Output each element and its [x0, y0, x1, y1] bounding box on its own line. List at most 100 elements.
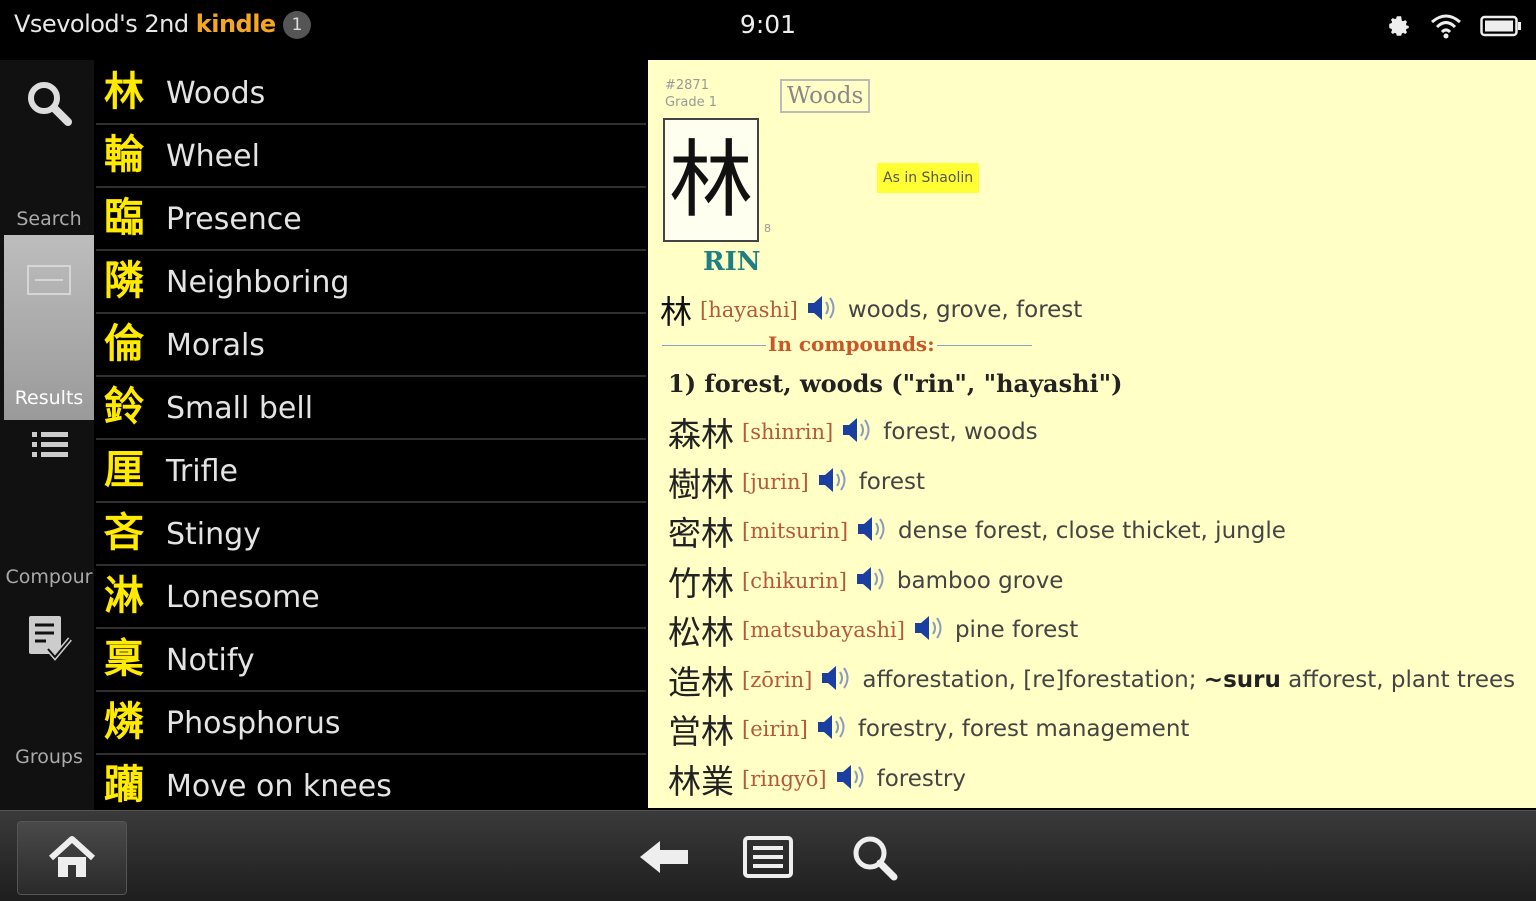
tab-groups-label: Groups	[15, 746, 83, 768]
list-item-meaning: Move on knees	[166, 769, 392, 804]
list-item-meaning: Presence	[166, 202, 302, 237]
compound-kanji: 森林	[668, 415, 734, 454]
compounds-list-icon	[32, 432, 68, 457]
compound-gloss: forestry, forest management	[857, 716, 1190, 742]
settings-gear-icon[interactable]	[1386, 13, 1412, 39]
compound-gloss: forestry	[876, 765, 966, 792]
results-list: 林 Woods 輪 Wheel 臨 Presence 隣 Neighboring 倫 Morals…	[96, 62, 646, 818]
search-nav-icon[interactable]	[850, 833, 900, 883]
list-item[interactable]: 輪 Wheel	[96, 125, 646, 188]
list-item-kanji: 稟	[104, 636, 144, 682]
compound-reading: [shinrin]	[742, 420, 834, 444]
search-icon	[28, 82, 72, 126]
sense-heading: 1) forest, woods ("rin", "hayashi")	[668, 369, 1123, 398]
compound-reading: [chikurin]	[742, 568, 847, 593]
heading-rule-left	[662, 345, 766, 346]
stroke-count: 8	[764, 222, 771, 235]
kanji-detail-pane: #2871 Grade 1 Woods 林 8 RIN As in Shaoli…	[648, 60, 1536, 808]
kun-gloss: woods, grove, forest	[847, 297, 1083, 323]
list-item-kanji: 林	[104, 69, 144, 115]
tab-groups[interactable]: Groups	[4, 603, 94, 783]
kun-reading-row: 林 [hayashi] woods, grove, forest	[660, 290, 1083, 331]
speaker-icon[interactable]	[913, 613, 947, 647]
tab-results-label: Results	[14, 387, 84, 409]
list-item-kanji: 隣	[104, 258, 144, 304]
clock: 9:01	[739, 10, 797, 39]
gloss-suru: ~suru	[1203, 666, 1281, 693]
compound-reading: [ringyō]	[742, 766, 827, 791]
compound-kanji: 営林	[668, 712, 734, 751]
compound-row: 造林 [zōrin] afforestation, [re]forestation;…	[668, 657, 1515, 703]
speaker-icon[interactable]	[835, 762, 869, 796]
list-item[interactable]: 淋 Lonesome	[96, 566, 646, 629]
compound-row: 松林 [matsubayashi] pine forest	[668, 607, 1078, 653]
list-item[interactable]: 躪 Move on knees	[96, 755, 646, 818]
keyword-box: Woods	[780, 79, 871, 113]
list-item-meaning: Lonesome	[166, 580, 320, 615]
list-item-meaning: Trifle	[166, 454, 238, 489]
list-item[interactable]: 林 Woods	[96, 62, 646, 125]
compound-row: 樹林 [jurin] forest	[668, 459, 925, 505]
compound-kanji: 樹林	[668, 464, 734, 504]
heading-rule-right	[924, 345, 1032, 346]
list-item-meaning: Morals	[166, 328, 265, 363]
tab-compounds-label: Compour	[5, 566, 93, 588]
home-button[interactable]	[17, 821, 127, 895]
speaker-icon[interactable]	[820, 663, 854, 697]
home-icon	[48, 836, 96, 877]
wifi-icon	[1431, 14, 1461, 39]
compound-reading: [mitsurin]	[742, 519, 849, 543]
tab-search[interactable]: Search	[4, 60, 94, 235]
list-item[interactable]: 倫 Morals	[96, 314, 646, 377]
battery-icon	[1480, 15, 1521, 37]
speaker-icon[interactable]	[855, 564, 889, 598]
tab-results[interactable]: Results	[4, 235, 94, 420]
speaker-icon[interactable]	[816, 712, 850, 746]
kanji-number: #2871	[665, 78, 709, 93]
compound-gloss: afforestation, [re]forestation; ~suru af…	[862, 667, 1515, 693]
list-item-kanji: 倫	[104, 321, 144, 367]
speaker-icon[interactable]	[806, 293, 840, 327]
list-item[interactable]: 鈴 Small bell	[96, 377, 646, 440]
tab-compounds[interactable]: Compour	[4, 423, 94, 603]
compound-row: 林業 [ringyō] forestry	[668, 756, 966, 802]
compound-row: 営林 [eirin] forestry, forest management	[668, 706, 1189, 752]
gloss-text: afforestation, [re]forestation;	[862, 666, 1204, 693]
list-item-meaning: Wheel	[166, 139, 260, 174]
menu-icon[interactable]	[742, 835, 794, 879]
onyomi-reading: RIN	[703, 247, 761, 277]
list-item[interactable]: 稟 Notify	[96, 629, 646, 692]
list-item-meaning: Small bell	[166, 391, 314, 426]
list-item[interactable]: 隣 Neighboring	[96, 251, 646, 314]
speaker-icon[interactable]	[841, 415, 875, 449]
list-item[interactable]: 厘 Trifle	[96, 440, 646, 503]
mnemonic-note: As in Shaolin	[877, 163, 980, 193]
list-item-kanji: 臨	[104, 195, 144, 241]
compounds-heading-text: In compounds:	[766, 332, 937, 356]
compound-gloss: pine forest	[954, 617, 1079, 643]
list-item[interactable]: 吝 Stingy	[96, 503, 646, 566]
compound-kanji: 密林	[668, 514, 734, 553]
status-icons	[1386, 10, 1522, 42]
list-item-kanji: 輪	[104, 132, 144, 178]
list-item-meaning: Stingy	[166, 517, 261, 552]
compound-row: 森林 [shinrin] forest, woods	[668, 409, 1038, 455]
main-kanji: 林	[663, 118, 759, 242]
compound-kanji: 竹林	[668, 563, 734, 603]
compound-kanji: 林業	[668, 761, 734, 801]
compound-gloss: forest	[858, 468, 925, 495]
tab-search-label: Search	[16, 208, 82, 230]
groups-checklist-icon	[29, 616, 72, 661]
back-arrow-icon[interactable]	[638, 839, 690, 875]
kanji-meta: #2871 Grade 1	[665, 77, 717, 111]
speaker-icon[interactable]	[817, 465, 851, 499]
speaker-icon[interactable]	[856, 514, 890, 548]
bottom-nav-bar	[0, 810, 1536, 901]
list-item-kanji: 燐	[104, 699, 144, 745]
kun-reading: [hayashi]	[700, 298, 798, 322]
compound-kanji: 造林	[668, 662, 734, 702]
list-item[interactable]: 臨 Presence	[96, 188, 646, 251]
list-item[interactable]: 燐 Phosphorus	[96, 692, 646, 755]
list-item-kanji: 鈴	[104, 384, 144, 430]
list-item-meaning: Woods	[166, 76, 266, 111]
